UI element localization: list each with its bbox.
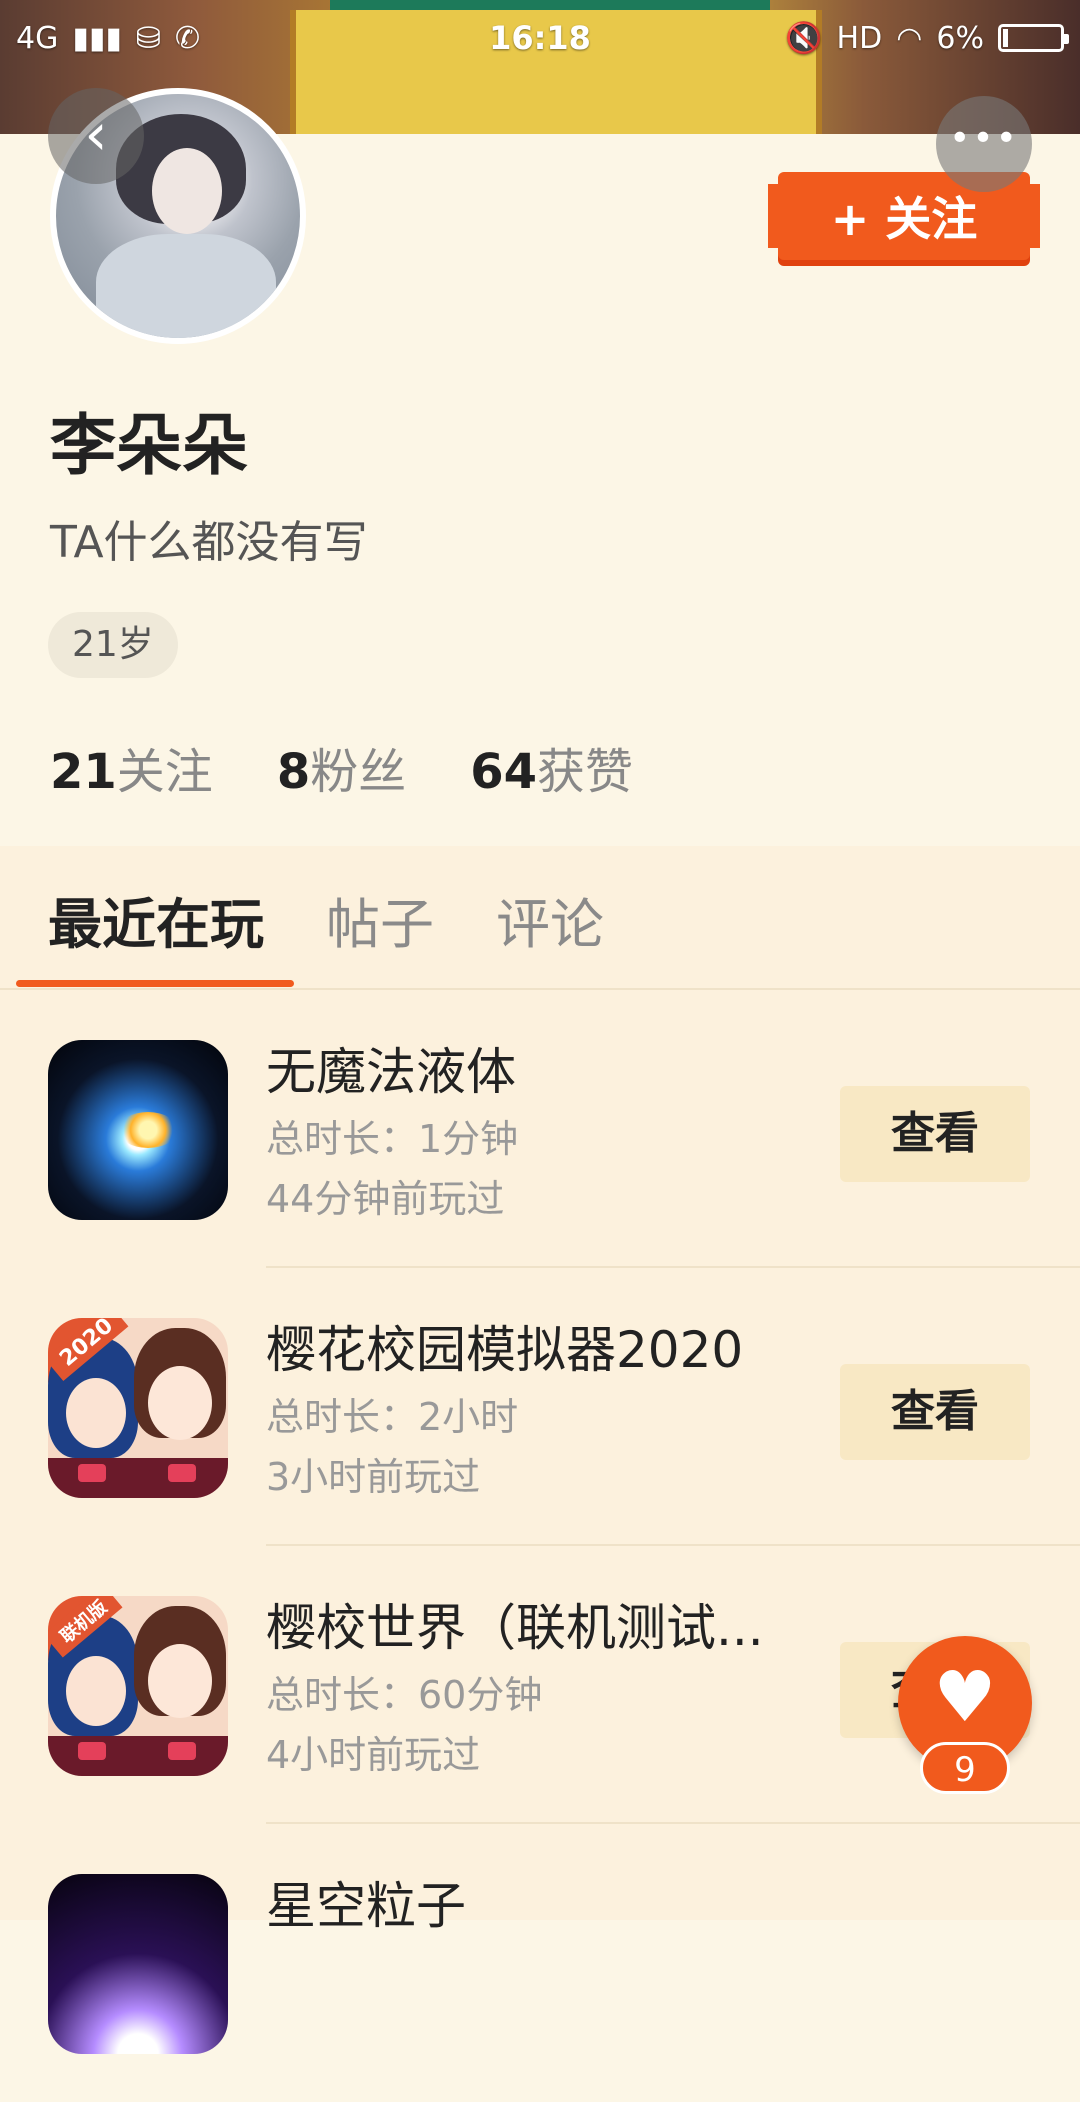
stat-label: 粉丝 [310, 744, 407, 800]
game-last-played: 3小时前玩过 [266, 1455, 481, 1499]
game-icon [48, 1040, 228, 1220]
profile-name: 李朵朵 [50, 407, 248, 484]
tab-comments[interactable]: 评论 [496, 880, 604, 959]
tab-bar: 最近在玩 帖子 评论 [48, 880, 604, 959]
list-item[interactable]: 2020 樱花校园模拟器2020 总时长：2小时 3小时前玩过 查看 [0, 1268, 1080, 1546]
network-indicator: 4G [16, 20, 59, 56]
age-tag: 21岁 [48, 612, 178, 678]
more-button[interactable]: ••• [936, 96, 1032, 192]
game-last-played: 44分钟前玩过 [266, 1177, 505, 1221]
chevron-left-icon: ‹ [84, 100, 108, 168]
stat-label: 关注 [116, 744, 213, 800]
profile-bio: TA什么都没有写 [50, 517, 368, 568]
tab-posts[interactable]: 帖子 [326, 880, 434, 959]
back-button[interactable]: ‹ [48, 88, 144, 184]
heart-icon: ♥ [933, 1656, 997, 1738]
stat-followers[interactable]: 8粉丝 [277, 732, 406, 802]
game-title: 星空粒子 [266, 1877, 466, 1935]
game-icon [48, 1874, 228, 2054]
data-icon: ⛁ [135, 20, 162, 56]
list-item[interactable]: 星空粒子 [0, 1824, 1080, 2102]
clock: 16:18 [489, 19, 591, 57]
status-bar: 4G ▮▮▮ ⛁ ✆ 16:18 🔇 HD ◠ 6% [0, 0, 1080, 76]
battery-icon [998, 24, 1069, 52]
like-count-badge: 9 [920, 1742, 1010, 1794]
signal-icon: ▮▮▮ [72, 20, 122, 56]
battery-percent: 6% [936, 20, 984, 56]
tab-recent-play[interactable]: 最近在玩 [48, 880, 264, 959]
game-title: 无魔法液体 [266, 1043, 516, 1101]
hd-indicator: HD [836, 20, 883, 56]
active-tab-indicator [16, 980, 294, 987]
stat-number: 64 [470, 744, 538, 800]
game-duration: 总时长：60分钟 [266, 1673, 543, 1717]
view-button[interactable]: 查看 [840, 1086, 1030, 1182]
content-area: 最近在玩 帖子 评论 无魔法液体 总时长：1分钟 44分钟前玩过 查看 2020… [0, 846, 1080, 2054]
game-title: 樱花校园模拟器2020 [266, 1321, 744, 1379]
list-item[interactable]: 无魔法液体 总时长：1分钟 44分钟前玩过 查看 [0, 990, 1080, 1268]
call-icon: ✆ [175, 20, 201, 56]
game-duration: 总时长：2小时 [266, 1395, 519, 1439]
stat-following[interactable]: 21关注 [50, 732, 213, 802]
wifi-icon: ◠ [896, 20, 923, 56]
view-button[interactable]: 查看 [840, 1364, 1030, 1460]
profile-stats: 21关注 8粉丝 64获赞 [50, 732, 633, 802]
stat-label: 获赞 [537, 744, 634, 800]
game-title: 樱校世界（联机测试... [266, 1599, 764, 1657]
mute-icon: 🔇 [785, 20, 823, 56]
more-dots-icon: ••• [949, 118, 1019, 159]
game-icon: 联机版 [48, 1596, 228, 1776]
game-duration: 总时长：1分钟 [266, 1117, 519, 1161]
stat-number: 21 [50, 744, 117, 800]
stat-likes[interactable]: 64获赞 [470, 732, 633, 802]
stat-number: 8 [276, 744, 311, 800]
game-icon: 2020 [48, 1318, 228, 1498]
game-last-played: 4小时前玩过 [266, 1733, 481, 1777]
